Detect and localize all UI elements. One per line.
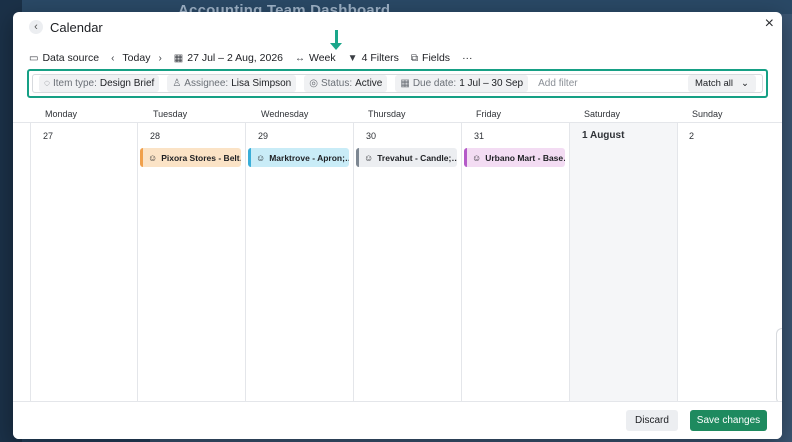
filters-button[interactable]: ▼ 4 Filters [348,52,399,64]
week-range-icon: ↔ [295,52,305,64]
day-cell-date: 29 [258,131,269,141]
close-button[interactable]: × [765,16,774,32]
column-divider [30,123,31,401]
weekday-label: Wednesday [261,109,309,119]
calendar-modal: ‹ Calendar × ▭ Data source ‹ Today › ▦ 2… [13,12,782,439]
filter-chip-assignee[interactable]: ♙ Assignee: Lisa Simpson [167,75,297,92]
column-divider [245,123,246,401]
calendar-toolbar: ▭ Data source ‹ Today › ▦ 27 Jul – 2 Aug… [29,50,485,66]
filter-bar: ◌ Item type: Design Brief ♙ Assignee: Li… [32,74,763,93]
today-button[interactable]: Today [122,52,150,64]
weekday-label: Thursday [368,109,406,119]
modal-title: Calendar [50,20,103,35]
filters-label: 4 Filters [361,52,399,64]
view-button[interactable]: ↔ Week [295,52,336,64]
column-divider [677,123,678,401]
view-label: Week [309,52,336,64]
fields-icon: ⧉ [410,52,419,64]
calendar-event[interactable]: ☺ Urbano Mart - Base… [464,148,565,167]
filter-key: Item type: [52,78,97,89]
weekday-label: Monday [45,109,78,119]
status-icon: ◎ [309,78,318,89]
weekday-label: Friday [476,109,502,119]
user-icon: ♙ [172,78,182,89]
day-cell-date: 28 [150,131,161,141]
date-range-label: 27 Jul – 2 Aug, 2026 [187,52,283,64]
event-label: Trevahut - Candle;… [377,152,457,163]
calendar-icon: ▦ [400,78,410,89]
folder-icon: ▭ [29,52,39,64]
day-cell-date: 31 [474,131,485,141]
event-label: Pixora Stores - Belt… [161,152,241,163]
fields-button[interactable]: ⧉ Fields [411,52,450,64]
weekday-label: Sunday [692,109,723,119]
funnel-icon: ▼ [347,52,358,64]
filter-key: Status: [320,78,353,89]
day-cell-date: 30 [366,131,377,141]
prev-week-icon[interactable]: ‹ [111,53,114,64]
calendar-event[interactable]: ☺ Marktrove - Apron;… [248,148,349,167]
more-options-button[interactable]: ··· [462,52,473,64]
calendar-event[interactable]: ☺ Pixora Stores - Belt… [140,148,241,167]
filter-value: Lisa Simpson [231,78,292,89]
day-cell-date: 2 [689,131,695,141]
modal-footer: Discard Save changes [13,401,782,439]
filter-chip-status[interactable]: ◎ Status: Active [304,75,388,92]
day-cell-date: 27 [43,131,54,141]
chevron-down-icon: ⌄ [741,78,749,89]
down-arrow-annotation [330,30,342,50]
calendar-icon: ▦ [173,52,184,64]
more-icon: ··· [462,52,473,64]
filter-value: 1 Jul – 30 Sep [459,78,524,89]
weekday-label: Tuesday [153,109,188,119]
column-divider [461,123,462,401]
filter-key: Due date: [412,78,457,89]
event-label: Urbano Mart - Base… [485,152,565,163]
calendar-event[interactable]: ☺ Trevahut - Candle;… [356,148,457,167]
column-divider [353,123,354,401]
discard-button[interactable]: Discard [626,410,678,431]
event-label: Marktrove - Apron;… [269,152,349,163]
data-source-label: Data source [42,52,100,64]
next-week-icon[interactable]: › [158,53,161,64]
calendar-week-grid: Monday Tuesday Wednesday Thursday Friday… [13,106,782,404]
match-all-label: Match all [695,78,734,89]
filter-value: Active [355,78,383,89]
add-filter-button[interactable]: Add filter [538,78,577,89]
filter-bar-highlight: ◌ Item type: Design Brief ♙ Assignee: Li… [27,69,768,98]
close-icon: × [764,15,774,32]
column-divider [137,123,138,401]
filter-key: Assignee: [184,78,229,89]
day-cell-date: 1 August [582,130,625,141]
tag-icon: ◌ [44,78,50,89]
fields-label: Fields [422,52,451,64]
back-button[interactable]: ‹ [29,20,43,34]
weekday-label: Saturday [584,109,621,119]
filter-value: Design Brief [99,78,155,89]
side-panel-handle[interactable] [776,328,782,404]
design-brief-icon: ☺ [148,152,158,163]
today-nav: ‹ Today › [111,52,162,64]
design-brief-icon: ☺ [256,152,266,163]
chevron-left-icon: ‹ [34,20,38,33]
filter-chip-due-date[interactable]: ▦ Due date: 1 Jul – 30 Sep [395,75,529,92]
date-range-button[interactable]: ▦ 27 Jul – 2 Aug, 2026 [174,52,283,64]
column-divider [569,123,570,401]
save-changes-button[interactable]: Save changes [690,410,767,431]
modal-header: ‹ Calendar × [13,12,782,46]
weekend-shade [569,123,677,401]
match-all-dropdown[interactable]: Match all ⌄ [688,75,756,92]
weekday-header-row: Monday Tuesday Wednesday Thursday Friday… [13,106,782,123]
filter-chip-item-type[interactable]: ◌ Item type: Design Brief [39,75,160,92]
design-brief-icon: ☺ [472,152,482,163]
data-source-button[interactable]: ▭ Data source [29,52,99,64]
design-brief-icon: ☺ [364,152,374,163]
